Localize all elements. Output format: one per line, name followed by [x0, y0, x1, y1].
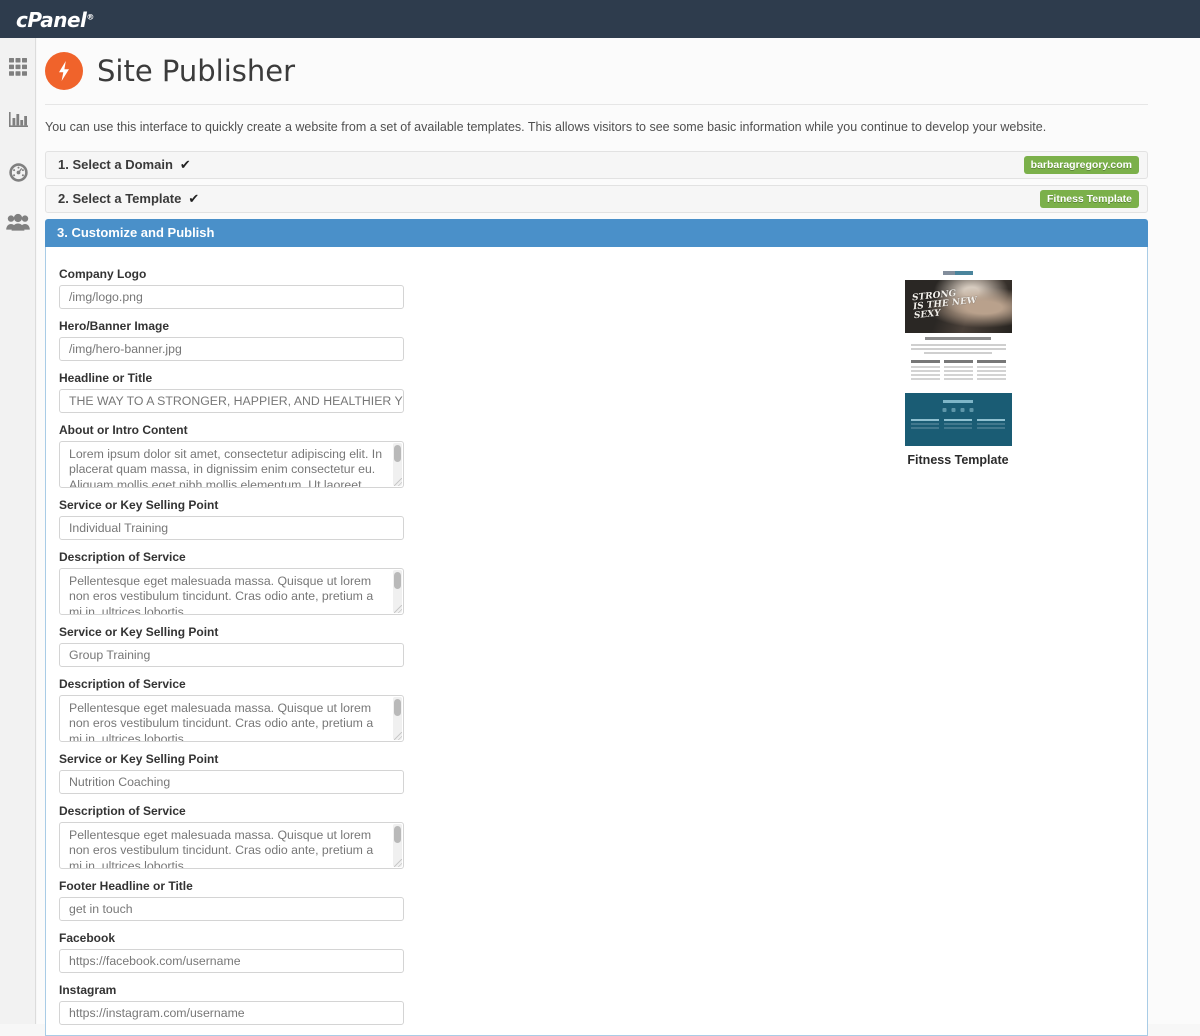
check-icon: ✔ — [188, 191, 199, 207]
status-badge-template: Fitness Template — [1040, 190, 1139, 208]
textarea-scrollbar-thumb[interactable] — [394, 826, 401, 843]
form-field: Instagram https://instagram.com/username — [59, 983, 404, 1025]
bar-chart-icon — [8, 109, 29, 134]
form-field: Company Logo/img/logo.png — [59, 267, 404, 309]
field-label: Service or Key Selling Point — [59, 625, 404, 639]
accordion-step-label: 2. Select a Template — [58, 191, 181, 206]
text-input[interactable]: /img/logo.png — [59, 285, 404, 309]
textarea-scrollbar-thumb[interactable] — [394, 699, 401, 716]
form-field: Description of Service Pellentesque eget … — [59, 677, 404, 742]
preview-service-column — [911, 360, 940, 382]
textarea-input[interactable]: Pellentesque eget malesuada massa. Quisq… — [59, 822, 404, 869]
form-field: Description of Service Pellentesque eget … — [59, 804, 404, 869]
field-label: Description of Service — [59, 677, 404, 691]
text-input[interactable]: Individual Training — [59, 516, 404, 540]
accordion-step-select-domain[interactable]: 1. Select a Domain ✔ barbaragregory.com — [45, 151, 1148, 179]
form-field: Headline or Title THE WAY TO A STRONGER, … — [59, 371, 404, 413]
form-field: Service or Key Selling Point Individual T… — [59, 498, 404, 540]
text-input[interactable]: THE WAY TO A STRONGER, HAPPIER, AND HEAL… — [59, 389, 404, 413]
text-input[interactable]: get in touch — [59, 897, 404, 921]
top-bar: cPanel® — [0, 0, 1200, 38]
preview-hero-image: STRONG IS THE NEW SEXY — [905, 280, 1012, 333]
form-field: Service or Key Selling Point Group Traini… — [59, 625, 404, 667]
textarea-scrollbar-thumb[interactable] — [394, 445, 401, 462]
page-title: Site Publisher — [97, 54, 295, 88]
accordion-step-customize-publish[interactable]: 3. Customize and Publish — [45, 219, 1148, 247]
accordion-step-select-template[interactable]: 2. Select a Template ✔ Fitness Template — [45, 185, 1148, 213]
sidebar — [0, 38, 36, 1024]
registered-mark: ® — [86, 12, 94, 21]
text-input[interactable]: https://instagram.com/username — [59, 1001, 404, 1025]
preview-service-columns — [911, 360, 1006, 382]
textarea-input[interactable]: Pellentesque eget malesuada massa. Quisq… — [59, 568, 404, 615]
textarea-input[interactable]: Pellentesque eget malesuada massa. Quisq… — [59, 695, 404, 742]
field-label: Facebook — [59, 931, 404, 945]
accordion-step-label: 1. Select a Domain — [58, 157, 173, 172]
intro-description: You can use this interface to quickly cr… — [45, 119, 1200, 137]
lightning-bolt-icon — [57, 61, 71, 81]
preview-site-logo — [905, 267, 1012, 280]
field-label: Footer Headline or Title — [59, 879, 404, 893]
text-input[interactable]: Nutrition Coaching — [59, 770, 404, 794]
template-preview-caption: Fitness Template — [898, 453, 1018, 467]
cpanel-logo[interactable]: cPanel® — [16, 8, 94, 32]
preview-headline-bar — [925, 337, 992, 340]
form-field: About or Intro Content Lorem ipsum dolor … — [59, 423, 404, 488]
preview-service-column — [944, 360, 973, 382]
textarea-scrollbar-thumb[interactable] — [394, 572, 401, 589]
field-label: Description of Service — [59, 550, 404, 564]
form-field: Description of Service Pellentesque eget … — [59, 550, 404, 615]
main-content: Site Publisher You can use this interfac… — [37, 38, 1200, 1024]
site-publisher-app-icon — [45, 52, 83, 90]
preview-hero-text: STRONG IS THE NEW SEXY — [911, 287, 978, 321]
sidebar-item-metrics[interactable] — [0, 100, 36, 142]
apps-grid-icon — [8, 57, 28, 82]
preview-body — [905, 333, 1012, 387]
accordion-step-label: 3. Customize and Publish — [57, 225, 214, 240]
status-badge-domain: barbaragregory.com — [1024, 156, 1139, 174]
customize-panel: Company Logo/img/logo.png Hero/Banner Ima… — [45, 247, 1148, 1036]
textarea-resize-handle[interactable] — [394, 732, 402, 740]
text-input[interactable]: /img/hero-banner.jpg — [59, 337, 404, 361]
textarea-wrapper: Pellentesque eget malesuada massa. Quisq… — [59, 695, 404, 742]
template-preview-thumbnail[interactable]: STRONG IS THE NEW SEXY — [905, 267, 1012, 446]
page-header: Site Publisher — [37, 38, 1200, 90]
field-label: About or Intro Content — [59, 423, 404, 437]
field-label: Instagram — [59, 983, 404, 997]
gauge-icon — [8, 162, 29, 188]
field-label: Service or Key Selling Point — [59, 498, 404, 512]
preview-footer — [905, 393, 1012, 446]
sidebar-item-apps[interactable] — [0, 48, 36, 90]
preview-paragraph — [911, 344, 1006, 354]
field-label: Service or Key Selling Point — [59, 752, 404, 766]
form-field: Hero/Banner Image/img/hero-banner.jpg — [59, 319, 404, 361]
preview-social-icons — [943, 408, 974, 412]
template-preview: STRONG IS THE NEW SEXY — [898, 267, 1018, 467]
field-label: Description of Service — [59, 804, 404, 818]
sidebar-item-user-manager[interactable] — [0, 204, 36, 246]
field-label: Hero/Banner Image — [59, 319, 404, 333]
textarea-resize-handle[interactable] — [394, 478, 402, 486]
textarea-wrapper: Lorem ipsum dolor sit amet, consectetur … — [59, 441, 404, 488]
header-divider — [45, 104, 1148, 105]
check-icon: ✔ — [180, 157, 191, 173]
customize-form: Company Logo/img/logo.png Hero/Banner Ima… — [59, 267, 404, 1025]
field-label: Headline or Title — [59, 371, 404, 385]
form-field: Footer Headline or Title get in touch — [59, 879, 404, 921]
field-label: Company Logo — [59, 267, 404, 281]
wizard-accordion: 1. Select a Domain ✔ barbaragregory.com … — [45, 151, 1148, 1036]
textarea-resize-handle[interactable] — [394, 605, 402, 613]
textarea-input[interactable]: Lorem ipsum dolor sit amet, consectetur … — [59, 441, 404, 488]
sidebar-item-performance[interactable] — [0, 154, 36, 196]
text-input[interactable]: Group Training — [59, 643, 404, 667]
form-field: Service or Key Selling Point Nutrition Co… — [59, 752, 404, 794]
textarea-resize-handle[interactable] — [394, 859, 402, 867]
cpanel-logo-text: cPanel — [16, 8, 86, 32]
users-icon — [6, 213, 30, 237]
textarea-wrapper: Pellentesque eget malesuada massa. Quisq… — [59, 822, 404, 869]
text-input[interactable]: https://facebook.com/username — [59, 949, 404, 973]
form-field: Facebook https://facebook.com/username — [59, 931, 404, 973]
preview-service-column — [977, 360, 1006, 382]
textarea-wrapper: Pellentesque eget malesuada massa. Quisq… — [59, 568, 404, 615]
